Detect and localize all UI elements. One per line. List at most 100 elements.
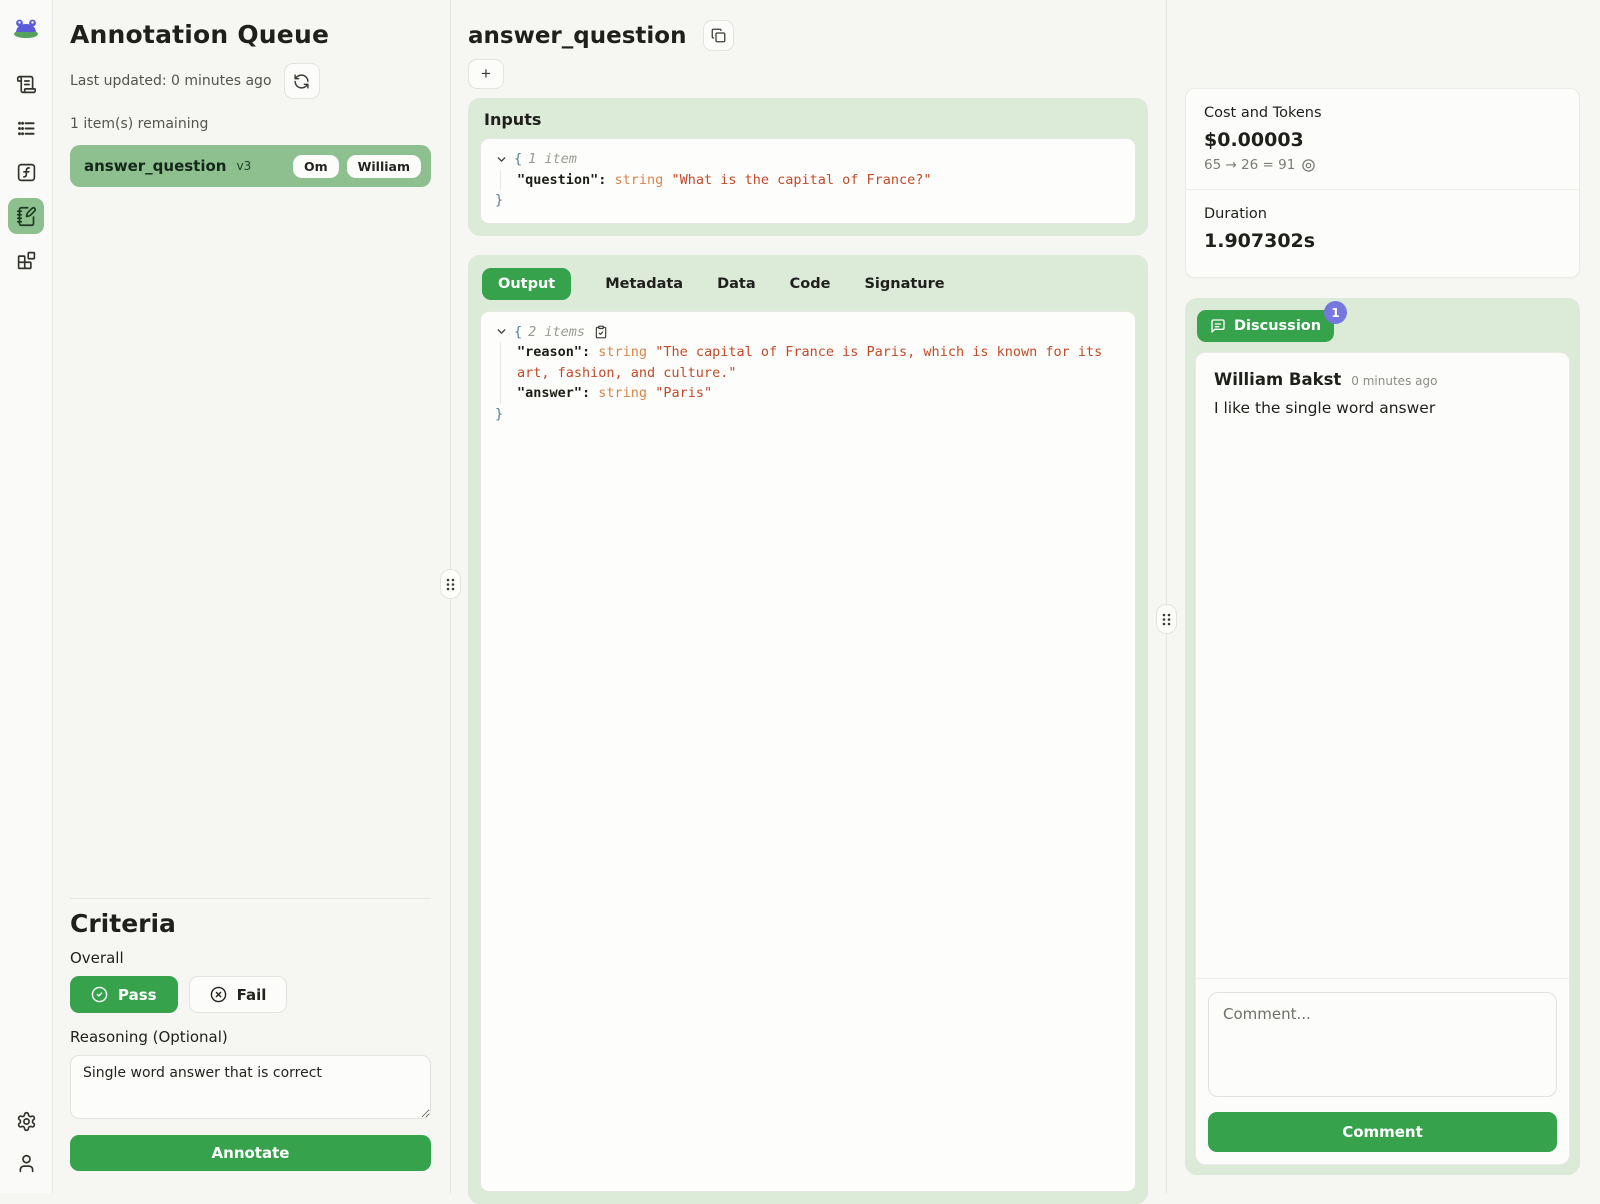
cost-section: Cost and Tokens $0.00003 65 → 26 = 91 bbox=[1186, 89, 1579, 189]
sidebar bbox=[0, 0, 53, 1193]
circle-dot-icon bbox=[1301, 158, 1316, 173]
comment-author: William Bakst bbox=[1214, 370, 1341, 389]
assignee-badge: William bbox=[347, 155, 421, 178]
duration-section: Duration 1.907302s bbox=[1186, 189, 1579, 277]
discussion-label: Discussion bbox=[1234, 318, 1321, 334]
message-square-icon bbox=[1210, 318, 1226, 334]
sidebar-item-playground[interactable] bbox=[8, 242, 44, 278]
json-type: string bbox=[598, 385, 647, 401]
json-type: string bbox=[598, 344, 647, 360]
comment-submit-button[interactable]: Comment bbox=[1208, 1112, 1557, 1152]
inputs-card: Inputs { 1 item "question": string "What… bbox=[468, 98, 1148, 236]
discussion-count-badge: 1 bbox=[1324, 301, 1347, 324]
output-card: Output Metadata Data Code Signature { 2 … bbox=[468, 255, 1148, 1204]
panel-resize-handle-right[interactable] bbox=[1156, 604, 1177, 634]
comment-input[interactable] bbox=[1208, 992, 1557, 1097]
json-type: string bbox=[615, 172, 664, 188]
queue-item-name: answer_question bbox=[84, 157, 226, 175]
annotate-button[interactable]: Annotate bbox=[70, 1135, 431, 1171]
criteria-title: Criteria bbox=[70, 909, 431, 938]
refresh-button[interactable] bbox=[284, 63, 320, 99]
sidebar-item-annotations[interactable] bbox=[8, 198, 44, 234]
copy-icon bbox=[711, 28, 726, 43]
json-item-count: 2 items bbox=[528, 322, 585, 343]
discussion-toggle-button[interactable]: Discussion 1 bbox=[1197, 310, 1334, 342]
divider bbox=[70, 898, 431, 899]
trace-title: answer_question bbox=[468, 23, 686, 49]
chevron-down-icon[interactable] bbox=[495, 325, 508, 338]
sidebar-item-traces[interactable] bbox=[8, 66, 44, 102]
json-key: "reason": bbox=[517, 344, 590, 360]
scroll-text-icon bbox=[16, 74, 37, 95]
fail-button[interactable]: Fail bbox=[189, 976, 288, 1013]
json-value: "What is the capital of France?" bbox=[671, 172, 931, 188]
annotation-queue-panel: Annotation Queue Last updated: 0 minutes… bbox=[53, 0, 450, 1193]
add-tab-button[interactable]: + bbox=[468, 59, 504, 89]
pass-label: Pass bbox=[118, 986, 157, 1004]
reasoning-input[interactable]: Single word answer that is correct bbox=[70, 1055, 431, 1119]
notebook-pen-icon bbox=[16, 206, 37, 227]
clipboard-copy-icon[interactable] bbox=[594, 325, 608, 339]
duration-title: Duration bbox=[1204, 206, 1561, 222]
tab-code[interactable]: Code bbox=[790, 276, 831, 292]
sidebar-bottom bbox=[8, 1103, 44, 1181]
reasoning-label: Reasoning (Optional) bbox=[70, 1028, 431, 1046]
items-remaining-text: 1 item(s) remaining bbox=[70, 116, 431, 132]
discussion-thread: William Bakst 0 minutes ago I like the s… bbox=[1195, 352, 1570, 1165]
comment-text: I like the single word answer bbox=[1214, 399, 1551, 417]
cost-tokens-card: Cost and Tokens $0.00003 65 → 26 = 91 Du… bbox=[1185, 88, 1580, 278]
tab-metadata[interactable]: Metadata bbox=[605, 276, 683, 292]
chevron-down-icon[interactable] bbox=[495, 153, 508, 166]
frog-icon bbox=[11, 12, 41, 40]
gear-icon bbox=[16, 1111, 37, 1132]
comment-composer: Comment bbox=[1196, 978, 1569, 1164]
queue-title: Annotation Queue bbox=[70, 20, 431, 49]
comment-item: William Bakst 0 minutes ago I like the s… bbox=[1214, 370, 1551, 417]
output-tabs: Output Metadata Data Code Signature bbox=[480, 265, 1136, 311]
tab-data[interactable]: Data bbox=[717, 276, 756, 292]
comment-timestamp: 0 minutes ago bbox=[1351, 374, 1437, 388]
json-key: "question": bbox=[517, 172, 606, 188]
lilypad-frog-logo[interactable] bbox=[11, 12, 41, 40]
refresh-icon bbox=[293, 73, 310, 90]
blocks-icon bbox=[16, 250, 37, 271]
queue-item-answer-question[interactable]: answer_question v3 Om William bbox=[70, 145, 431, 187]
json-value: "Paris" bbox=[655, 385, 712, 401]
sidebar-item-functions[interactable] bbox=[8, 154, 44, 190]
json-item-count: 1 item bbox=[528, 149, 577, 170]
inputs-title: Inputs bbox=[484, 110, 1136, 129]
overall-label: Overall bbox=[70, 949, 431, 967]
json-close-brace: } bbox=[495, 190, 1121, 211]
panel-resize-divider-right bbox=[1166, 0, 1167, 1193]
check-circle-icon bbox=[91, 986, 108, 1003]
grip-dots-icon bbox=[445, 577, 456, 592]
json-close-brace: } bbox=[495, 404, 1121, 425]
inputs-json-viewer: { 1 item "question": string "What is the… bbox=[480, 138, 1136, 224]
sidebar-nav bbox=[8, 66, 44, 278]
cost-title: Cost and Tokens bbox=[1204, 105, 1561, 121]
sidebar-item-list[interactable] bbox=[8, 110, 44, 146]
cost-value: $0.00003 bbox=[1204, 129, 1561, 151]
user-button[interactable] bbox=[8, 1145, 44, 1181]
output-json-viewer: { 2 items "reason": string "The capital … bbox=[480, 311, 1136, 1192]
tab-signature[interactable]: Signature bbox=[864, 276, 944, 292]
duration-value: 1.907302s bbox=[1204, 230, 1561, 252]
settings-button[interactable] bbox=[8, 1103, 44, 1139]
function-square-icon bbox=[16, 162, 37, 183]
trace-detail-panel: answer_question + Inputs { 1 item "quest… bbox=[468, 20, 1148, 1204]
tokens-text: 65 → 26 = 91 bbox=[1204, 157, 1295, 173]
json-open-brace: { bbox=[514, 322, 522, 343]
tab-output[interactable]: Output bbox=[482, 268, 571, 300]
assignee-badge: Om bbox=[293, 155, 339, 178]
list-icon bbox=[16, 118, 37, 139]
grip-dots-icon bbox=[1161, 612, 1172, 627]
criteria-section: Criteria Overall Pass Fail Reasoning (Op… bbox=[70, 898, 431, 1171]
copy-title-button[interactable] bbox=[703, 20, 734, 51]
pass-button[interactable]: Pass bbox=[70, 976, 178, 1013]
last-updated-text: Last updated: 0 minutes ago bbox=[70, 73, 272, 89]
discussion-panel: Discussion 1 William Bakst 0 minutes ago… bbox=[1185, 298, 1580, 1175]
fail-label: Fail bbox=[237, 986, 267, 1004]
panel-resize-handle-left[interactable] bbox=[440, 569, 461, 599]
comments-list: William Bakst 0 minutes ago I like the s… bbox=[1196, 353, 1569, 978]
json-key: "answer": bbox=[517, 385, 590, 401]
